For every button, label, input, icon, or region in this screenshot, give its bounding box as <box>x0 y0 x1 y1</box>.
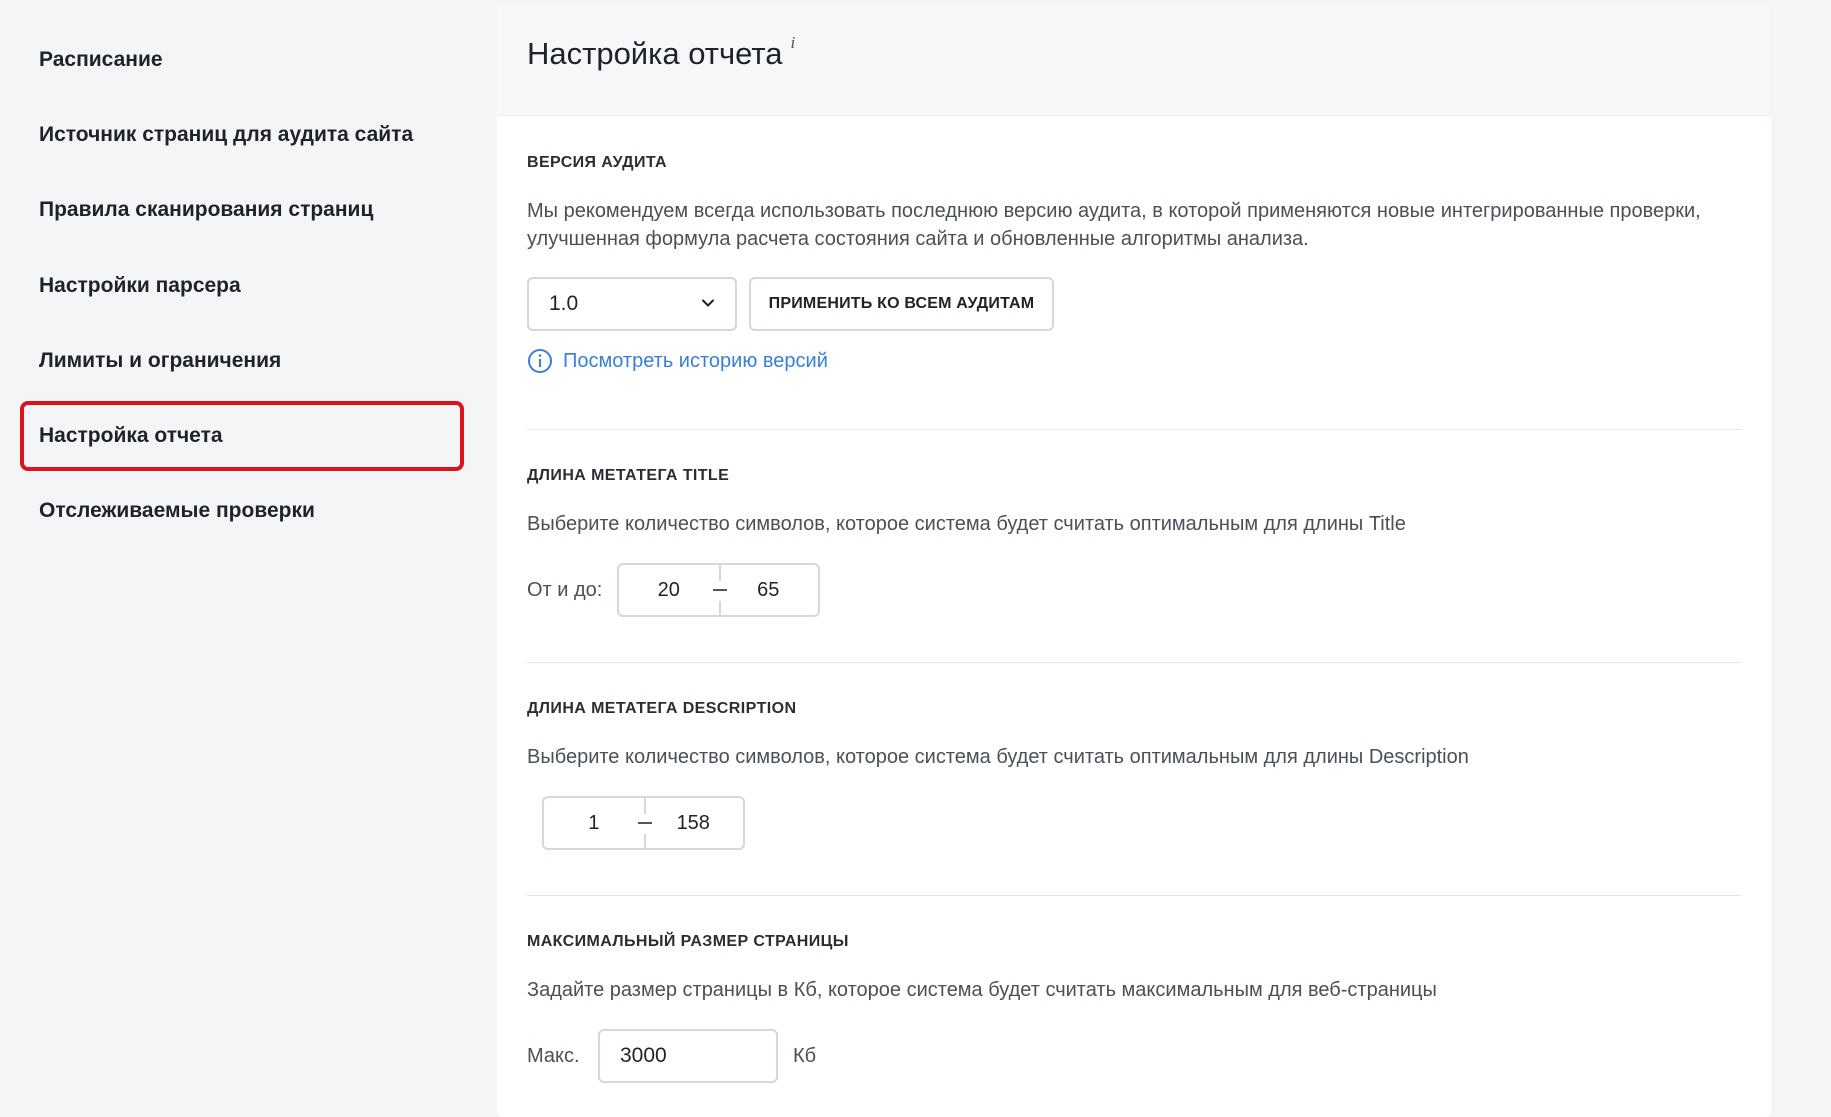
report-settings-panel: Настройка отчета i ВЕРСИЯ АУДИТА Мы реко… <box>497 2 1771 1117</box>
page-title: Настройка отчета <box>527 35 783 71</box>
max-page-size-input[interactable]: 3000 <box>598 1029 778 1083</box>
section-description: Выберите количество символов, которое си… <box>527 513 1406 535</box>
section-description: Мы рекомендуем всегда использовать после… <box>527 200 1701 250</box>
range-dash <box>713 589 727 591</box>
apply-button-label: ПРИМЕНИТЬ КО ВСЕМ АУДИТАМ <box>768 295 1035 312</box>
sidebar-item-label: Настройка отчета <box>39 424 223 447</box>
description-max-input[interactable]: 158 <box>644 812 744 835</box>
version-history-link[interactable]: Посмотреть историю версий <box>527 348 828 374</box>
divider <box>527 895 1741 896</box>
section-title: МАКСИМАЛЬНЫЙ РАЗМЕР СТРАНИЦЫ <box>527 933 849 950</box>
sidebar-item-tracked-checks[interactable]: Отслеживаемые проверки <box>20 476 464 546</box>
description-min-input[interactable]: 1 <box>544 812 644 835</box>
title-max-input[interactable]: 65 <box>719 579 819 602</box>
sidebar-item-scan-rules[interactable]: Правила сканирования страниц <box>20 175 464 245</box>
sidebar-item-label: Правила сканирования страниц <box>39 198 374 221</box>
max-size-label: Макс. <box>527 1045 580 1067</box>
description-length-section: ДЛИНА МЕТАТЕГА DESCRIPTION Выберите коли… <box>527 700 1741 771</box>
range-label: От и до: <box>527 579 603 601</box>
title-length-range: 20 65 <box>617 563 820 617</box>
range-dash <box>638 822 652 824</box>
title-length-section: ДЛИНА МЕТАТЕГА TITLE Выберите количество… <box>527 467 1741 538</box>
info-icon <box>528 349 552 373</box>
section-title: ВЕРСИЯ АУДИТА <box>527 154 668 171</box>
sidebar-item-label: Источник страниц для аудита сайта <box>39 123 414 146</box>
sidebar-item-label: Лимиты и ограничения <box>39 349 282 372</box>
selected-version: 1.0 <box>549 292 579 315</box>
version-history-label: Посмотреть историю версий <box>563 349 828 372</box>
audit-version-section: ВЕРСИЯ АУДИТА Мы рекомендуем всегда испо… <box>527 154 1741 253</box>
section-description: Выберите количество символов, которое си… <box>527 746 1469 768</box>
sidebar-item-parser-settings[interactable]: Настройки парсера <box>20 251 464 321</box>
apply-to-all-audits-button[interactable]: ПРИМЕНИТЬ КО ВСЕМ АУДИТАМ <box>749 277 1054 331</box>
divider <box>527 662 1741 663</box>
range-separator <box>719 601 721 617</box>
divider <box>527 429 1741 430</box>
sidebar-item-report-settings[interactable]: Настройка отчета <box>20 401 464 471</box>
sidebar-item-limits[interactable]: Лимиты и ограничения <box>20 326 464 396</box>
settings-sidebar: Расписание Источник страниц для аудита с… <box>0 0 490 1117</box>
section-title: ДЛИНА МЕТАТЕГА TITLE <box>527 467 730 484</box>
panel-header: Настройка отчета i <box>497 2 1771 116</box>
sidebar-item-label: Настройки парсера <box>39 274 241 297</box>
sidebar-item-page-source[interactable]: Источник страниц для аудита сайта <box>20 100 464 170</box>
size-unit-label: Кб <box>793 1045 817 1067</box>
sidebar-item-label: Отслеживаемые проверки <box>39 499 315 522</box>
info-mark[interactable]: i <box>790 33 795 53</box>
sidebar-item-schedule[interactable]: Расписание <box>20 25 464 95</box>
section-description: Задайте размер страницы в Кб, которое си… <box>527 979 1437 1001</box>
sidebar-item-label: Расписание <box>39 48 163 71</box>
range-separator <box>719 565 721 581</box>
title-min-input[interactable]: 20 <box>619 579 719 602</box>
audit-version-select[interactable]: 1.0 <box>527 277 737 331</box>
range-separator <box>644 798 646 814</box>
max-page-size-section: МАКСИМАЛЬНЫЙ РАЗМЕР СТРАНИЦЫ Задайте раз… <box>527 933 1741 1004</box>
range-separator <box>644 834 646 850</box>
description-length-range: 1 158 <box>542 796 745 850</box>
section-title: ДЛИНА МЕТАТЕГА DESCRIPTION <box>527 700 797 717</box>
chevron-down-icon <box>702 299 714 307</box>
